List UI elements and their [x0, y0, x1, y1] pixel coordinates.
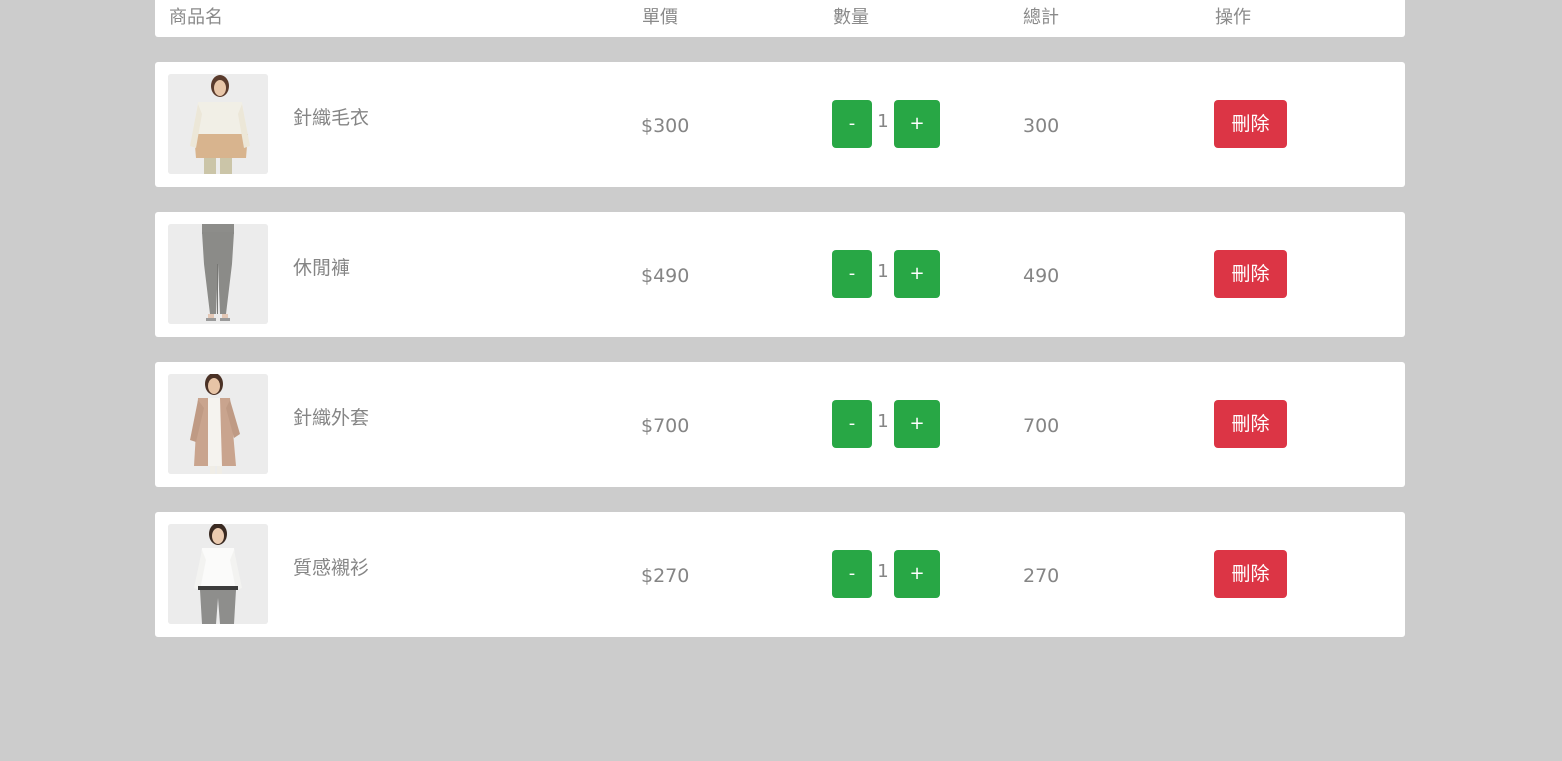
unit-price: $700: [641, 415, 690, 437]
product-name: 休閒褲: [293, 257, 351, 279]
header-total: 總計: [1023, 7, 1059, 28]
unit-price: $270: [641, 565, 690, 587]
header-unit-price: 單價: [642, 7, 678, 28]
header-quantity: 數量: [833, 7, 869, 28]
item-total: 270: [1023, 565, 1060, 587]
item-total: 300: [1023, 115, 1060, 137]
unit-price: $490: [641, 265, 690, 287]
decrease-quantity-button[interactable]: -: [832, 250, 872, 298]
cart-item: 針織外套 $700 - 1 + 700 刪除: [155, 362, 1405, 487]
product-name: 針織外套: [293, 407, 370, 429]
delete-item-button[interactable]: 刪除: [1214, 400, 1287, 448]
decrease-quantity-button[interactable]: -: [832, 400, 872, 448]
quantity-value: 1: [877, 261, 889, 282]
product-name: 質感襯衫: [293, 557, 370, 579]
shopping-cart: 商品名 單價 數量 總計 操作 針織毛衣 $300 - 1 + 300 刪除 休…: [155, 0, 1405, 637]
cardigan-photo: [168, 374, 268, 474]
item-total: 700: [1023, 415, 1060, 437]
decrease-quantity-button[interactable]: -: [832, 100, 872, 148]
increase-quantity-button[interactable]: +: [894, 100, 940, 148]
delete-item-button[interactable]: 刪除: [1214, 550, 1287, 598]
increase-quantity-button[interactable]: +: [894, 250, 940, 298]
product-name: 針織毛衣: [293, 107, 370, 129]
delete-item-button[interactable]: 刪除: [1214, 250, 1287, 298]
pants-photo: [168, 224, 268, 324]
cart-item: 針織毛衣 $300 - 1 + 300 刪除: [155, 62, 1405, 187]
quantity-value: 1: [877, 561, 889, 582]
delete-item-button[interactable]: 刪除: [1214, 100, 1287, 148]
header-product-name: 商品名: [169, 7, 223, 28]
header-action: 操作: [1215, 7, 1251, 28]
cart-item: 質感襯衫 $270 - 1 + 270 刪除: [155, 512, 1405, 637]
cart-item: 休閒褲 $490 - 1 + 490 刪除: [155, 212, 1405, 337]
increase-quantity-button[interactable]: +: [894, 550, 940, 598]
decrease-quantity-button[interactable]: -: [832, 550, 872, 598]
unit-price: $300: [641, 115, 690, 137]
sweater-photo: [168, 74, 268, 174]
quantity-value: 1: [877, 411, 889, 432]
item-total: 490: [1023, 265, 1060, 287]
cart-header: 商品名 單價 數量 總計 操作: [155, 0, 1405, 37]
shirt-photo: [168, 524, 268, 624]
quantity-value: 1: [877, 111, 889, 132]
increase-quantity-button[interactable]: +: [894, 400, 940, 448]
